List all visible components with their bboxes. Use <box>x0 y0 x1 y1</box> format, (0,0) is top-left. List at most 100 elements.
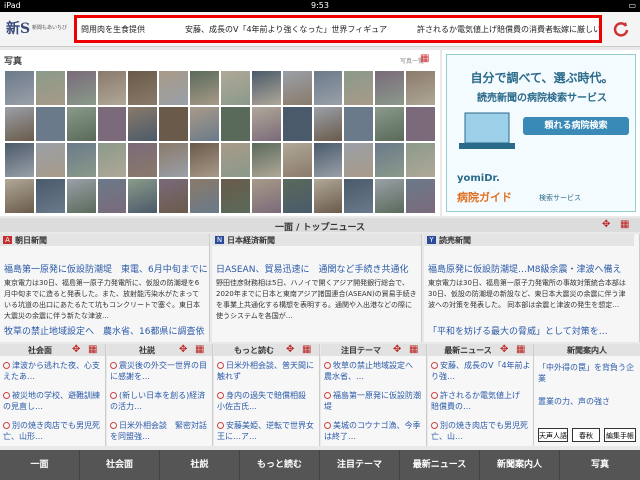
photo-thumbnail[interactable] <box>250 142 282 178</box>
photo-thumbnail[interactable] <box>281 106 313 142</box>
photo-thumbnail[interactable] <box>374 142 406 178</box>
refresh-icon[interactable] <box>612 20 630 38</box>
photo-thumbnail[interactable] <box>34 178 66 214</box>
grid-icon[interactable]: ▦ <box>195 345 207 355</box>
photo-thumbnail[interactable] <box>374 178 406 214</box>
photo-thumbnail[interactable] <box>281 70 313 106</box>
list-item[interactable]: 別の焼き肉店でも男児死亡、山形… <box>3 420 103 442</box>
photo-thumbnail[interactable] <box>220 70 251 106</box>
ticker-item[interactable]: 賠償費の消費者転嫁に厳しい <box>497 24 599 35</box>
hospital-search-ad[interactable]: 自分で調べて、選ぶ時代。 読売新聞の病院検索サービス 頼れる病院検索 yomiD… <box>446 54 636 212</box>
photo-thumbnail[interactable] <box>65 70 97 106</box>
photo-thumbnail[interactable] <box>34 142 66 178</box>
photo-thumbnail[interactable] <box>96 70 128 106</box>
ticker-item[interactable]: 問用肉を生食提供 <box>81 24 145 35</box>
tab-newspaper-guide[interactable]: 新聞案内人 <box>480 450 560 480</box>
tab-motto-yomu[interactable]: もっと読む <box>240 450 320 480</box>
badge-tenseijingo[interactable]: 天声人語 <box>538 428 568 442</box>
photo-thumbnail[interactable] <box>96 142 128 178</box>
photo-thumbnail[interactable] <box>65 142 97 178</box>
photo-thumbnail[interactable] <box>281 178 313 214</box>
photo-thumbnail[interactable] <box>158 106 190 142</box>
paper-headline[interactable]: 福島原発に仮設防潮堤…M8級余震・津波へ備え <box>428 262 622 275</box>
list-item[interactable]: 震災後の外交一世界の目に感謝を… <box>110 360 210 382</box>
photo-thumbnail[interactable] <box>4 70 35 106</box>
photo-thumbnail[interactable] <box>374 106 406 142</box>
list-item[interactable]: 置業の力、声の強さ <box>538 396 638 407</box>
photo-thumbnail[interactable] <box>65 178 97 214</box>
photo-thumbnail[interactable] <box>65 106 97 142</box>
paper-headline-secondary[interactable]: 「平和を妨げる最大の脅威」として対策を… <box>428 324 608 337</box>
photo-thumbnail[interactable] <box>405 142 436 178</box>
app-logo[interactable]: 新S 新聞もあいちび <box>6 18 70 40</box>
list-item[interactable]: 牧草の禁止地域設定へ 農水省、… <box>324 360 424 382</box>
photo-thumbnail[interactable] <box>4 142 35 178</box>
photo-thumbnail[interactable] <box>312 178 344 214</box>
badge-henshu-techo[interactable]: 編集手帳 <box>604 428 636 442</box>
photo-thumbnail[interactable] <box>189 70 220 106</box>
photo-thumbnail[interactable] <box>343 142 375 178</box>
list-item[interactable]: (新しい日本を創る)経済の活力… <box>110 390 210 412</box>
photo-thumbnail[interactable] <box>127 70 159 106</box>
expand-icon[interactable]: ✥ <box>179 345 191 355</box>
photo-thumbnail[interactable] <box>189 142 220 178</box>
ticker-item[interactable]: 許されるか電気値上げ <box>417 24 497 35</box>
expand-icon[interactable]: ✥ <box>393 345 405 355</box>
expand-icon[interactable]: ✥ <box>602 220 614 230</box>
photo-thumbnail[interactable] <box>220 106 251 142</box>
list-item[interactable]: 別の焼き肉店でも男児死亡、山… <box>431 420 531 442</box>
photo-thumbnail[interactable] <box>34 70 66 106</box>
photo-grid-icon[interactable]: ▦ <box>420 54 432 64</box>
grid-icon[interactable]: ▦ <box>302 345 314 355</box>
list-item[interactable]: 安藤、成長のV「4年前より強… <box>431 360 531 382</box>
photo-thumbnail[interactable] <box>405 178 436 214</box>
list-item[interactable]: 福島第一原発に仮設防潮堤 <box>324 390 424 412</box>
list-item[interactable]: 「中外得の罠」を背負う企業 <box>538 362 638 384</box>
photo-thumbnail[interactable] <box>250 70 282 106</box>
list-item[interactable]: 美城のコウナゴ漁、今季は終了… <box>324 420 424 442</box>
list-item[interactable]: 安藤美姫、逆転で世界女王に…ア… <box>217 420 317 442</box>
photo-thumbnail[interactable] <box>189 106 220 142</box>
photo-thumbnail[interactable] <box>127 178 159 214</box>
photo-thumbnail[interactable] <box>189 178 220 214</box>
photo-thumbnail[interactable] <box>4 106 35 142</box>
grid-icon[interactable]: ▦ <box>620 220 632 230</box>
grid-icon[interactable]: ▦ <box>516 345 528 355</box>
photo-thumbnail[interactable] <box>405 70 436 106</box>
photo-thumbnail[interactable] <box>158 70 190 106</box>
photo-thumbnail[interactable] <box>158 142 190 178</box>
photo-thumbnail[interactable] <box>4 178 35 214</box>
photo-thumbnail[interactable] <box>158 178 190 214</box>
tab-latest-news[interactable]: 最新ニュース <box>400 450 480 480</box>
grid-icon[interactable]: ▦ <box>409 345 421 355</box>
photo-thumbnail[interactable] <box>374 70 406 106</box>
badge-shunju[interactable]: 春秋 <box>572 428 600 442</box>
tab-ichimen[interactable]: 一面 <box>0 450 80 480</box>
paper-headline[interactable]: 日ASEAN、貿易迅速に 通関など手続き共通化 <box>216 262 408 275</box>
photo-thumbnail[interactable] <box>127 142 159 178</box>
photo-thumbnail[interactable] <box>96 106 128 142</box>
news-ticker[interactable]: 問用肉を生食提供 安藤、成長のV「4年前より強くなった」世界フィギュア 許される… <box>74 15 602 43</box>
paper-headline[interactable]: 福島第一原発に仮設防潮堤 東電、6月中旬までに <box>4 262 208 275</box>
photo-thumbnail[interactable] <box>96 178 128 214</box>
expand-icon[interactable]: ✥ <box>500 345 512 355</box>
photo-thumbnail[interactable] <box>405 106 436 142</box>
photo-thumbnail[interactable] <box>127 106 159 142</box>
photo-thumbnail[interactable] <box>281 142 313 178</box>
ticker-item[interactable]: 安藤、成長のV「4年前より強くなった」世界フィギュア <box>185 24 387 35</box>
list-item[interactable]: 許されるか電気値上げ 賠償費の… <box>431 390 531 412</box>
tab-photos[interactable]: 写真 <box>560 450 640 480</box>
grid-icon[interactable]: ▦ <box>88 345 100 355</box>
photo-thumbnail[interactable] <box>220 178 251 214</box>
expand-icon[interactable]: ✥ <box>72 345 84 355</box>
photo-thumbnail[interactable] <box>343 106 375 142</box>
photo-thumbnail[interactable] <box>250 178 282 214</box>
photo-thumbnail[interactable] <box>343 70 375 106</box>
photo-thumbnail[interactable] <box>312 142 344 178</box>
photo-thumbnail[interactable] <box>312 70 344 106</box>
tab-chumoku-theme[interactable]: 注目テーマ <box>320 450 400 480</box>
list-item[interactable]: 日米外相会談、普天間に触れず <box>217 360 317 382</box>
photo-thumbnail[interactable] <box>312 106 344 142</box>
paper-summary[interactable]: 東京電力は30日、福島第一原子力発電所に、仮設の防潮堤を6月中旬までに造ると発表… <box>4 278 206 322</box>
hospital-search-button[interactable]: 頼れる病院検索 <box>523 117 629 135</box>
